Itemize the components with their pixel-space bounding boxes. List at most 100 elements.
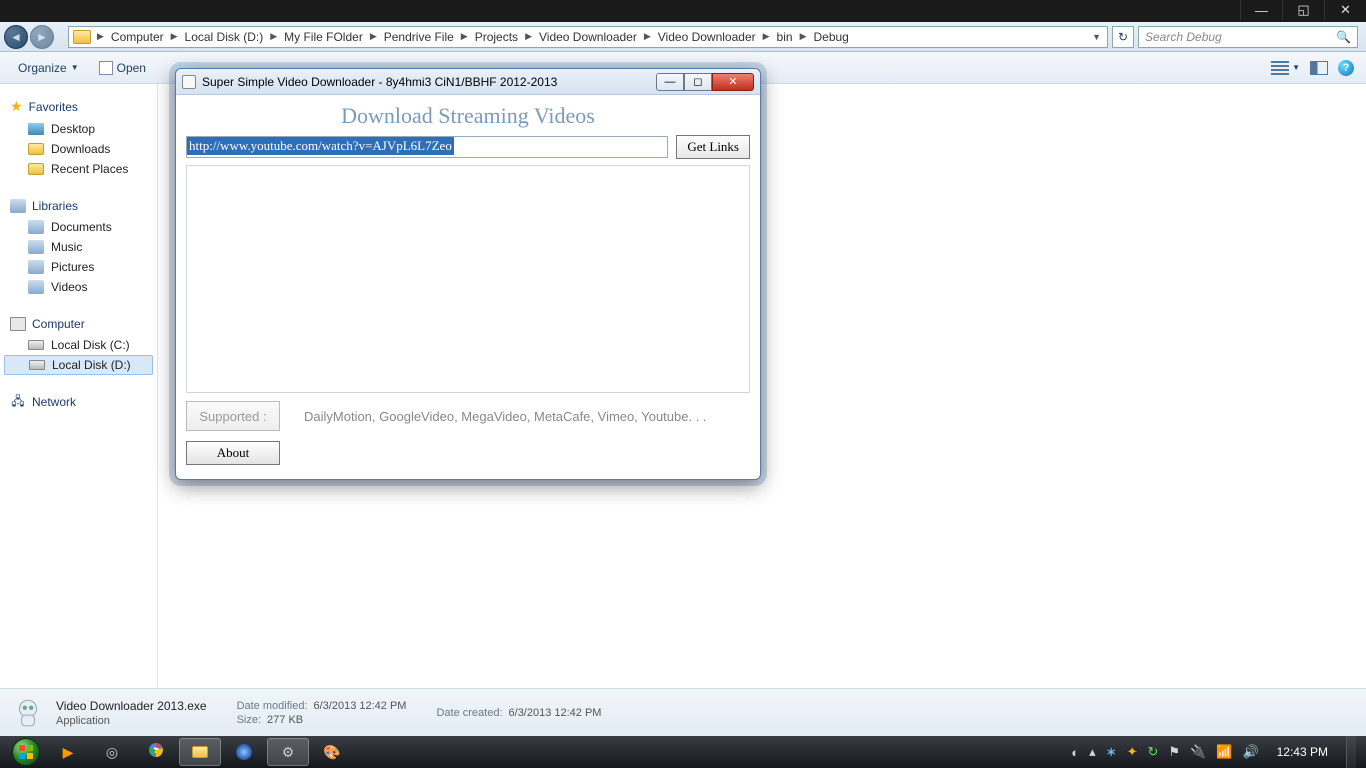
search-icon: 🔍 [1336, 30, 1351, 44]
breadcrumb-seg[interactable]: Projects [470, 27, 523, 47]
breadcrumb-seg[interactable]: Video Downloader [534, 27, 642, 47]
preview-pane-button[interactable] [1310, 61, 1328, 75]
breadcrumb-seg[interactable]: Pendrive File [379, 27, 459, 47]
sidebar-item-downloads[interactable]: Downloads [0, 139, 157, 159]
computer-header[interactable]: Computer [0, 311, 157, 335]
sidebar-item-recent[interactable]: Recent Places [0, 159, 157, 179]
chevron-right-icon[interactable]: ▶ [95, 31, 106, 42]
taskbar-item-app[interactable]: ⚙ [267, 738, 309, 766]
volume-icon[interactable]: 🔊 [1242, 744, 1258, 760]
chevron-right-icon[interactable]: ▶ [268, 31, 279, 42]
chevron-right-icon[interactable]: ▶ [459, 31, 470, 42]
library-icon [28, 220, 44, 234]
computer-icon [10, 317, 26, 331]
open-button[interactable]: Open [89, 58, 156, 78]
bg-maximize-button[interactable]: ◱ [1282, 0, 1324, 20]
help-button[interactable]: ? [1338, 60, 1354, 76]
bg-close-button[interactable]: ✕ [1324, 0, 1366, 20]
organize-button[interactable]: Organize ▼ [8, 58, 89, 78]
app-icon [99, 61, 113, 75]
date-created-label: Date created: [436, 707, 502, 719]
breadcrumb-seg[interactable]: Debug [808, 27, 853, 47]
power-icon[interactable]: 🔌 [1190, 744, 1206, 760]
breadcrumb-seg[interactable]: My File FOlder [279, 27, 368, 47]
app-icon: ◎ [106, 744, 118, 761]
tray-chevron-icon[interactable]: ▴ [1089, 744, 1096, 760]
tray-icon[interactable]: ◐ [1071, 745, 1079, 760]
app-maximize-button[interactable]: ◻ [684, 73, 712, 91]
app-icon [182, 75, 196, 89]
breadcrumb-seg[interactable]: bin [772, 27, 798, 47]
network-header[interactable]: 🖧Network [0, 389, 157, 413]
app-icon: ⚙ [282, 744, 295, 761]
sidebar-item-desktop[interactable]: Desktop [0, 119, 157, 139]
sidebar-item-disk-c[interactable]: Local Disk (C:) [0, 335, 157, 355]
folder-icon [28, 143, 44, 155]
sidebar-item-music[interactable]: Music [0, 237, 157, 257]
star-icon: ★ [10, 98, 23, 115]
breadcrumb-seg[interactable]: Local Disk (D:) [180, 27, 269, 47]
start-button[interactable] [6, 737, 46, 767]
chevron-right-icon[interactable]: ▶ [523, 31, 534, 42]
sidebar-item-documents[interactable]: Documents [0, 217, 157, 237]
folder-icon [192, 746, 208, 758]
nav-back-button[interactable]: ◄ [4, 25, 28, 49]
search-input[interactable]: Search Debug 🔍 [1138, 26, 1358, 48]
chevron-right-icon[interactable]: ▶ [169, 31, 180, 42]
date-modified-label: Date modified: [237, 700, 308, 712]
tray-icon[interactable]: ✦ [1127, 744, 1138, 760]
bg-minimize-button[interactable]: — [1240, 0, 1282, 20]
navigation-pane: ★Favorites Desktop Downloads Recent Plac… [0, 84, 158, 712]
about-button[interactable]: About [186, 441, 280, 465]
date-modified-value: 6/3/2013 12:42 PM [314, 700, 407, 712]
breadcrumb-seg[interactable]: Computer [106, 27, 169, 47]
chevron-down-icon: ▼ [71, 63, 79, 72]
show-desktop-button[interactable] [1346, 736, 1356, 768]
taskbar: ▶ ◎ ⚙ 🎨 ◐ ▴ ∗ ✦ ↻ ⚑ 🔌 📶 🔊 12:43 PM [0, 736, 1366, 768]
breadcrumb-seg[interactable]: Video Downloader [653, 27, 761, 47]
explorer-addressbar: ◄ ► ▶ Computer▶ Local Disk (D:)▶ My File… [0, 22, 1366, 52]
results-box[interactable] [186, 165, 750, 393]
taskbar-item-explorer[interactable] [179, 738, 221, 766]
action-center-icon[interactable]: ⚑ [1168, 744, 1180, 760]
taskbar-item-chrome[interactable] [135, 738, 177, 766]
chevron-right-icon[interactable]: ▶ [798, 31, 809, 42]
taskbar-clock[interactable]: 12:43 PM [1269, 745, 1336, 759]
sidebar-item-videos[interactable]: Videos [0, 277, 157, 297]
tray-icon[interactable]: ↻ [1148, 744, 1159, 760]
favorites-header[interactable]: ★Favorites [0, 92, 157, 119]
taskbar-item-media[interactable]: ▶ [47, 738, 89, 766]
app-header: Download Streaming Videos [186, 101, 750, 135]
chevron-down-icon[interactable]: ▼ [1086, 32, 1107, 42]
refresh-button[interactable]: ↻ [1112, 26, 1134, 48]
palette-icon: 🎨 [323, 744, 340, 761]
bluetooth-icon[interactable]: ∗ [1106, 744, 1117, 760]
libraries-header[interactable]: Libraries [0, 193, 157, 217]
app-minimize-button[interactable]: — [656, 73, 684, 91]
taskbar-item-paint[interactable]: 🎨 [311, 738, 353, 766]
view-options-button[interactable]: ▼ [1271, 61, 1300, 75]
sidebar-item-pictures[interactable]: Pictures [0, 257, 157, 277]
size-value: 277 KB [267, 714, 303, 726]
chevron-right-icon[interactable]: ▶ [761, 31, 772, 42]
background-titlebar: — ◱ ✕ [0, 0, 1366, 22]
chevron-right-icon[interactable]: ▶ [642, 31, 653, 42]
app-close-button[interactable]: ✕ [712, 73, 754, 91]
date-created-value: 6/3/2013 12:42 PM [509, 707, 602, 719]
taskbar-item[interactable] [223, 738, 265, 766]
nav-forward-button[interactable]: ► [30, 25, 54, 49]
network-icon[interactable]: 📶 [1216, 744, 1232, 760]
get-links-button[interactable]: Get Links [676, 135, 750, 159]
sidebar-item-disk-d[interactable]: Local Disk (D:) [4, 355, 153, 375]
taskbar-item[interactable]: ◎ [91, 738, 133, 766]
chevron-right-icon[interactable]: ▶ [368, 31, 379, 42]
search-placeholder: Search Debug [1145, 30, 1222, 44]
size-label: Size: [237, 714, 261, 726]
details-filename: Video Downloader 2013.exe [56, 699, 207, 713]
system-tray: ◐ ▴ ∗ ✦ ↻ ⚑ 🔌 📶 🔊 12:43 PM [1071, 736, 1360, 768]
disk-icon [28, 340, 44, 350]
url-input[interactable]: http://www.youtube.com/watch?v=AJVpL6L7Z… [186, 136, 668, 158]
breadcrumb-bar[interactable]: ▶ Computer▶ Local Disk (D:)▶ My File FOl… [68, 26, 1108, 48]
supported-button[interactable]: Supported : [186, 401, 280, 431]
app-titlebar[interactable]: Super Simple Video Downloader - 8y4hmi3 … [176, 69, 760, 95]
